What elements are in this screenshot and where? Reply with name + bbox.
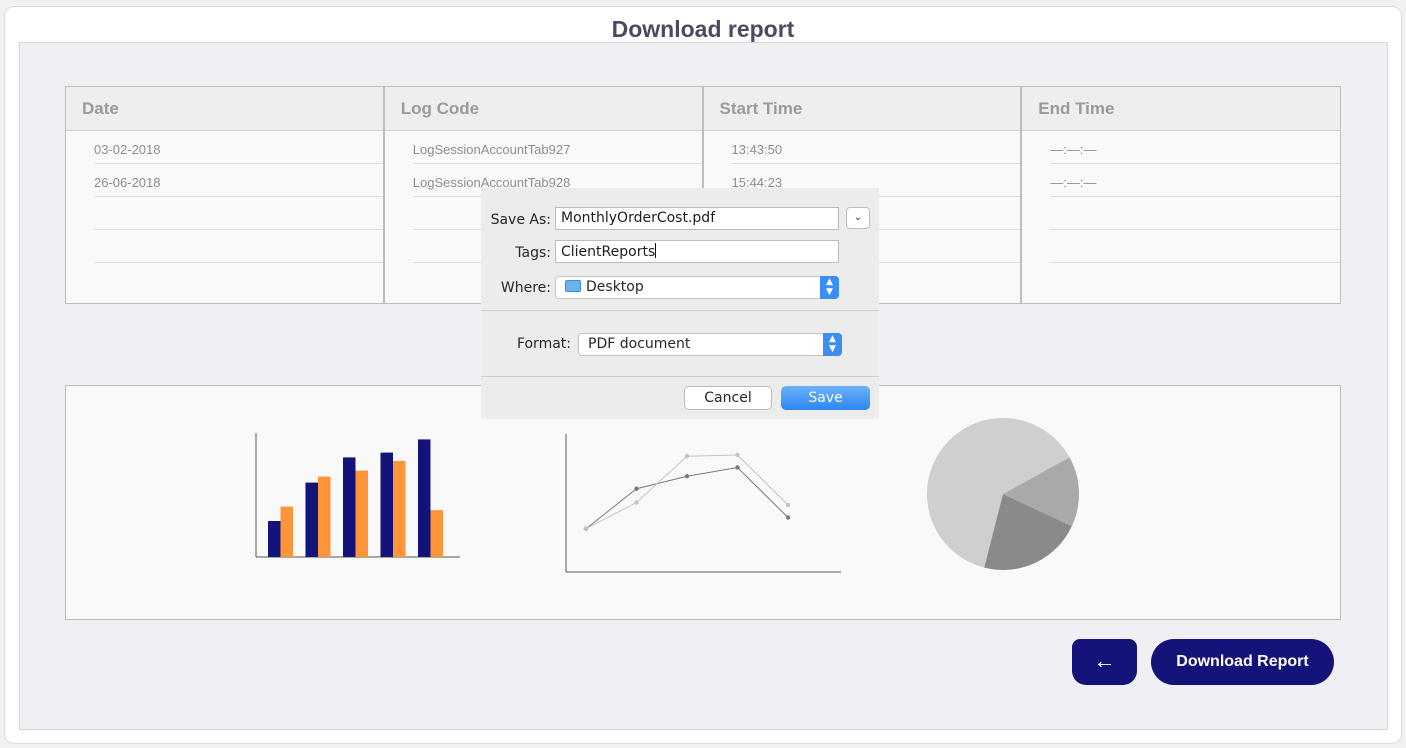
table-cell: 13:43:50 xyxy=(731,131,1021,164)
bar xyxy=(343,457,356,557)
point xyxy=(684,474,690,479)
series-line xyxy=(585,454,789,530)
format-label: Format: xyxy=(516,336,571,352)
table-column-end-time: End Time —:—:— —:—:— xyxy=(1022,87,1340,303)
table-cell: —:—:— xyxy=(1050,164,1340,197)
column-header[interactable]: Date xyxy=(66,87,383,131)
column-header[interactable]: Start Time xyxy=(703,87,1021,131)
text-caret xyxy=(655,243,657,258)
point xyxy=(634,486,639,491)
save-dialog: Save As: MonthlyOrderCost.pdf ⌄ Tags: Cl… xyxy=(481,188,879,419)
bar xyxy=(430,510,443,557)
bar xyxy=(318,476,331,557)
point xyxy=(684,454,690,459)
updown-chevron-icon: ▲ ▼ xyxy=(823,333,842,356)
column-header[interactable]: End Time xyxy=(1022,87,1340,131)
divider xyxy=(481,376,879,377)
tags-input[interactable]: ClientReports xyxy=(555,240,839,263)
bar xyxy=(268,521,281,557)
save-as-input[interactable]: MonthlyOrderCost.pdf xyxy=(555,207,839,230)
charts-svg xyxy=(255,418,1079,573)
point xyxy=(735,452,740,458)
point xyxy=(785,515,791,520)
tags-label: Tags: xyxy=(515,245,551,261)
table-cell xyxy=(94,230,383,263)
table-column-date: Date 03-02-2018 26-06-2018 xyxy=(66,87,385,303)
table-cell: —:—:— xyxy=(1050,131,1340,164)
page-title: Download report xyxy=(611,16,795,42)
table-cell xyxy=(1050,230,1340,263)
where-value: Desktop xyxy=(586,279,644,295)
where-select[interactable]: Desktop ▲ ▼ xyxy=(555,276,839,299)
save-as-label: Save As: xyxy=(490,212,551,228)
where-label: Where: xyxy=(500,280,551,296)
bar xyxy=(418,439,431,557)
format-select[interactable]: PDF document ▲ ▼ xyxy=(578,333,842,356)
divider xyxy=(481,310,879,311)
back-button[interactable]: ← xyxy=(1072,639,1137,685)
table-cell: 03-02-2018 xyxy=(94,131,383,164)
table-cell xyxy=(1050,197,1340,230)
bar xyxy=(305,482,318,557)
charts-panel xyxy=(65,385,1341,620)
point xyxy=(735,465,740,470)
download-report-button[interactable]: Download Report xyxy=(1151,639,1334,685)
column-header[interactable]: Log Code xyxy=(384,87,702,131)
cancel-button[interactable]: Cancel xyxy=(684,386,772,410)
expand-button[interactable]: ⌄ xyxy=(846,207,870,229)
bar xyxy=(380,452,393,557)
updown-chevron-icon: ▲ ▼ xyxy=(820,276,839,299)
chevron-down-icon: ⌄ xyxy=(853,212,863,223)
point xyxy=(634,500,639,505)
folder-icon xyxy=(565,280,581,292)
table-cell: 26-06-2018 xyxy=(94,164,383,197)
bar xyxy=(355,470,368,557)
point xyxy=(785,502,791,508)
point xyxy=(583,526,589,531)
table-cell xyxy=(94,197,383,230)
table-cell: LogSessionAccountTab927 xyxy=(412,131,702,164)
save-button[interactable]: Save xyxy=(781,386,870,410)
bar xyxy=(280,506,293,557)
tags-value: ClientReports xyxy=(561,244,656,260)
arrow-left-icon: ← xyxy=(1093,648,1116,673)
format-value: PDF document xyxy=(588,336,691,352)
bar xyxy=(393,461,406,557)
